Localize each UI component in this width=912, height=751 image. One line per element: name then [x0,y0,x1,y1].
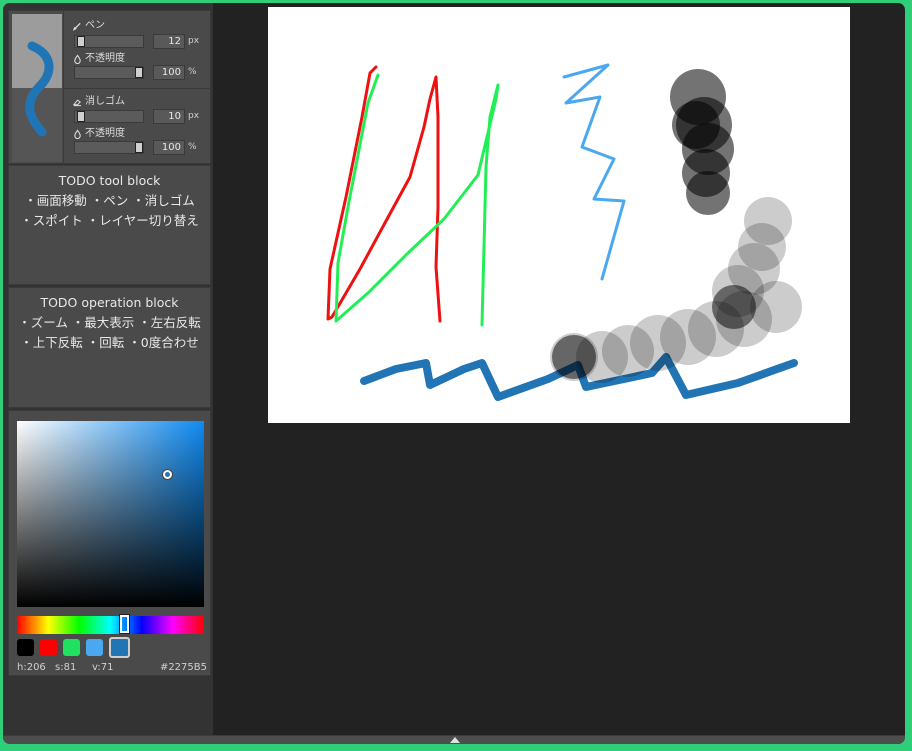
hue-readout: h:206 [17,662,46,673]
canvas-artwork [326,63,802,401]
tool-block-title: TODO tool block [58,173,161,188]
color-swatch[interactable] [109,637,130,658]
hue-slider-knob[interactable] [119,615,129,633]
black-brush-strokes [670,69,734,215]
color-picker-panel: h:206 s:81 v:71 #2275B5 [8,410,211,676]
brush-preview-stroke [25,41,54,137]
eraser-opacity-title: 不透明度 [73,128,125,140]
eraser-opacity-slider-knob[interactable] [135,142,143,153]
tool-block-line: ・画面移動 ・ペン ・消しゴム [24,193,195,208]
pen-size-slider-knob[interactable] [77,36,85,47]
operation-block: TODO operation block ・ズーム ・最大表示 ・左右反転 ・上… [8,287,211,408]
pen-opacity-slider[interactable] [74,66,144,79]
eraser-size-value[interactable]: 10 [153,109,185,124]
eraser-label: 消しゴム [85,96,125,107]
eraser-opacity-value[interactable]: 100 [153,140,185,155]
color-swatch[interactable] [86,639,103,656]
color-swatch[interactable] [40,639,57,656]
hue-slider[interactable] [17,615,204,634]
pen-opacity-unit: % [188,67,197,77]
pen-label: ペン [85,20,105,31]
operation-block-line: ・上下反転 ・回転 ・0度合わせ [20,335,199,350]
eraser-size-slider[interactable] [74,110,144,123]
eraser-icon [73,99,82,107]
operation-block-title: TODO operation block [40,295,179,310]
brush-preview [12,14,62,162]
pen-title[interactable]: ペン [73,20,105,32]
pen-icon [73,22,81,31]
drawing-canvas[interactable] [268,7,850,423]
eraser-opacity-unit: % [188,142,197,152]
color-swatch[interactable] [17,639,34,656]
green-stroke [334,73,500,327]
pen-opacity-value[interactable]: 100 [153,65,185,80]
value-readout: v:71 [92,662,114,673]
tool-block: TODO tool block ・画面移動 ・ペン ・消しゴム ・スポイト ・レ… [8,165,211,285]
eraser-size-slider-knob[interactable] [77,111,85,122]
pen-opacity-label: 不透明度 [85,53,125,64]
sidebar: ペン 12 px 不透明度 100 % 消しゴム 10 px 不透明度 100 … [3,3,213,735]
droplet-icon [74,129,81,139]
saturation-readout: s:81 [55,662,77,673]
hex-readout: #2275B5 [159,662,207,673]
pen-opacity-title: 不透明度 [73,53,125,65]
eraser-opacity-slider[interactable] [74,141,144,154]
color-swatches [17,637,130,658]
eraser-size-unit: px [188,111,200,121]
bottom-panel-toggle[interactable] [3,735,905,744]
light-blue-stroke [562,63,626,281]
pen-opacity-slider-knob[interactable] [135,67,143,78]
droplet-icon [74,54,81,64]
pen-size-value[interactable]: 12 [153,34,185,49]
eraser-opacity-label: 不透明度 [85,128,125,139]
color-picker-cursor[interactable] [163,469,173,479]
operation-block-line: ・ズーム ・最大表示 ・左右反転 [18,315,201,330]
color-swatch[interactable] [63,639,80,656]
pen-size-slider[interactable] [74,35,144,48]
brush-settings-panel: ペン 12 px 不透明度 100 % 消しゴム 10 px 不透明度 100 … [8,10,212,165]
paint-app: ペン 12 px 不透明度 100 % 消しゴム 10 px 不透明度 100 … [3,3,905,744]
chevron-up-icon[interactable] [450,737,460,743]
eraser-title[interactable]: 消しゴム [73,96,125,108]
panel-divider [64,88,212,89]
pen-size-unit: px [188,36,200,46]
tool-block-line: ・スポイト ・レイヤー切り替え [20,213,199,228]
red-stroke [326,65,442,323]
saturation-value-picker[interactable] [17,421,204,607]
